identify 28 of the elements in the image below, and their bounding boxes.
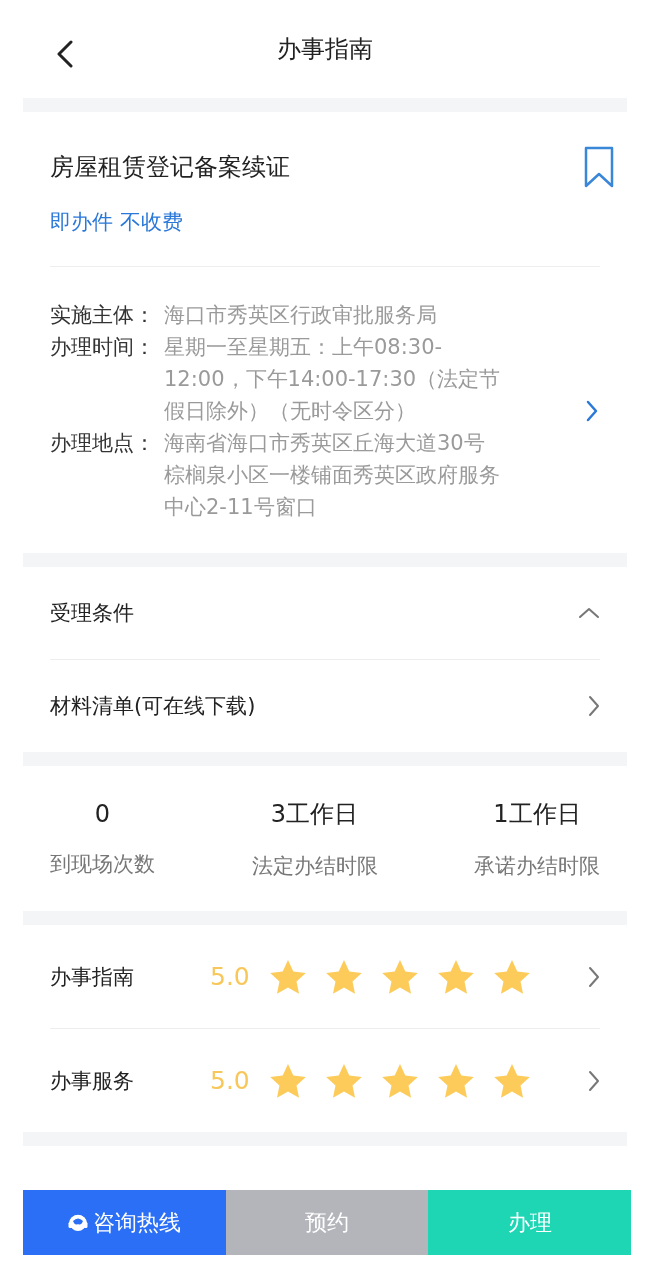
item-tags: 即办件 不收费 xyxy=(50,208,600,236)
back-icon[interactable] xyxy=(57,40,73,68)
chevron-right-icon[interactable] xyxy=(588,1069,600,1092)
info-value: 星期一至星期五：上午08:30-12:00，下午14:00-17:30（法定节假日除外）（无时令区分） xyxy=(164,334,502,425)
info-label: 实施主体： xyxy=(50,302,156,329)
rating-label: 办事指南 xyxy=(50,963,135,991)
page-title: 办事指南 xyxy=(277,34,373,65)
info-label: 办理地点： xyxy=(50,430,156,457)
hotline-button[interactable]: 咨询热线 xyxy=(23,1190,226,1255)
chevron-right-icon[interactable] xyxy=(588,965,600,988)
stat-label: 法定办结时限 xyxy=(251,852,378,880)
stat-label: 承诺办结时限 xyxy=(474,852,600,880)
rating-score: 5.0 xyxy=(210,962,251,991)
chevron-right-icon xyxy=(588,695,600,717)
stat-value: 3工作日 xyxy=(270,798,359,830)
section-row[interactable]: 材料清单(可在线下载) xyxy=(50,660,600,752)
bookmark-icon[interactable] xyxy=(584,146,614,188)
chevron-right-icon[interactable] xyxy=(586,400,598,422)
stat-value: 0 xyxy=(94,799,111,828)
info-value: 海南省海口市秀英区丘海大道30号棕榈泉小区一楼铺面秀英区政府服务中心2-11号窗口 xyxy=(164,430,501,521)
stat-value: 1工作日 xyxy=(493,798,581,830)
info-value: 海口市秀英区行政审批服务局 xyxy=(164,302,438,329)
item-title: 房屋租赁登记备案续证 xyxy=(50,152,290,183)
rating-score: 5.0 xyxy=(210,1066,251,1095)
info-label: 办理时间： xyxy=(50,334,156,361)
rating-label: 办事服务 xyxy=(50,1067,135,1095)
section-row[interactable]: 受理条件 xyxy=(50,567,600,659)
stat-label: 到现场次数 xyxy=(50,850,155,878)
